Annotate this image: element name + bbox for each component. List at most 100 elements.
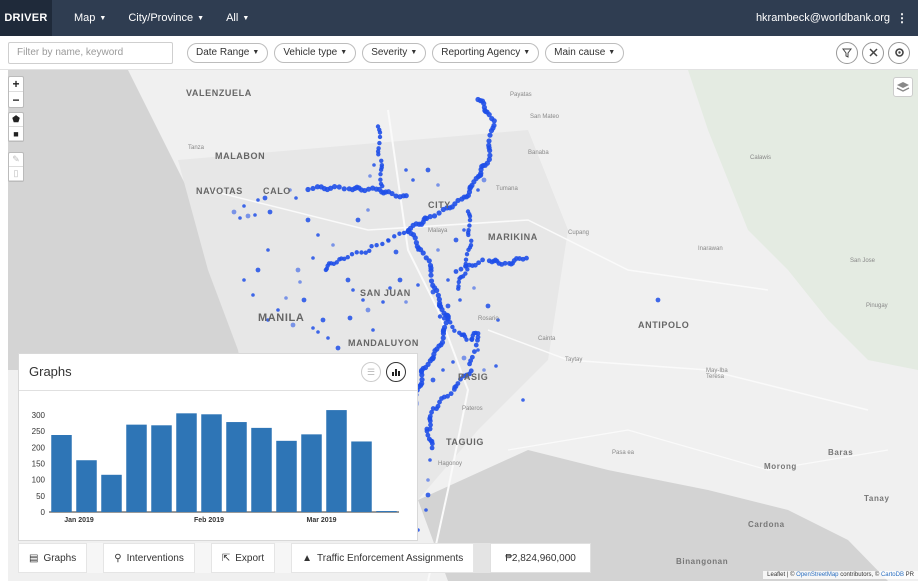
crash-point[interactable] bbox=[441, 368, 445, 372]
crash-point[interactable] bbox=[345, 277, 351, 283]
crash-point[interactable] bbox=[429, 445, 435, 451]
crash-point[interactable] bbox=[326, 336, 330, 340]
filter-main-cause[interactable]: Main cause ▼ bbox=[545, 42, 625, 63]
crash-point[interactable] bbox=[242, 278, 246, 282]
crash-point[interactable] bbox=[242, 204, 246, 208]
crash-point[interactable] bbox=[436, 183, 440, 187]
crash-point[interactable] bbox=[425, 492, 431, 498]
crash-point[interactable] bbox=[461, 355, 467, 361]
edit-layer-button[interactable]: ✎ bbox=[9, 153, 23, 167]
chart-bar[interactable] bbox=[351, 441, 372, 512]
crash-point[interactable] bbox=[363, 250, 368, 255]
table-view-button[interactable]: ☰ bbox=[361, 362, 381, 382]
crash-point[interactable] bbox=[341, 186, 347, 192]
cartodb-link[interactable]: CartoDB bbox=[881, 572, 904, 578]
crash-point[interactable] bbox=[451, 386, 457, 392]
crash-point[interactable] bbox=[494, 364, 498, 368]
layers-button[interactable] bbox=[893, 77, 913, 97]
draw-polygon-button[interactable]: ⬟ bbox=[9, 113, 23, 127]
chart-bar[interactable] bbox=[251, 427, 272, 512]
crash-point[interactable] bbox=[251, 293, 255, 297]
crash-point[interactable] bbox=[411, 178, 415, 182]
crash-point[interactable] bbox=[436, 248, 440, 252]
crash-point[interactable] bbox=[310, 185, 316, 192]
crash-point[interactable] bbox=[355, 217, 361, 223]
filter-vehicle-type[interactable]: Vehicle type ▼ bbox=[274, 42, 357, 63]
crash-point[interactable] bbox=[294, 196, 298, 200]
graphs-tab[interactable]: ▤ Graphs bbox=[18, 543, 88, 573]
crash-point[interactable] bbox=[331, 243, 335, 247]
filter-severity[interactable]: Severity ▼ bbox=[362, 42, 427, 63]
crash-point[interactable] bbox=[354, 250, 359, 255]
crash-point[interactable] bbox=[349, 251, 355, 257]
crash-point[interactable] bbox=[377, 130, 383, 135]
crash-point[interactable] bbox=[481, 177, 487, 183]
crash-point[interactable] bbox=[488, 127, 495, 134]
crash-point[interactable] bbox=[450, 324, 455, 330]
crash-point[interactable] bbox=[380, 183, 385, 189]
chart-bar[interactable] bbox=[151, 425, 172, 512]
crash-point[interactable] bbox=[476, 188, 480, 192]
crash-point[interactable] bbox=[458, 298, 462, 302]
chart-view-button[interactable] bbox=[386, 362, 406, 382]
chart-bar[interactable] bbox=[226, 422, 247, 512]
crash-point[interactable] bbox=[466, 232, 471, 238]
crash-point[interactable] bbox=[359, 250, 364, 255]
crash-point[interactable] bbox=[524, 255, 529, 261]
search-input[interactable] bbox=[8, 41, 173, 64]
chart-bar[interactable] bbox=[101, 474, 122, 512]
crash-point[interactable] bbox=[473, 342, 479, 348]
crash-point[interactable] bbox=[316, 233, 320, 237]
crash-point[interactable] bbox=[256, 198, 260, 202]
crash-point[interactable] bbox=[458, 266, 464, 272]
crash-point[interactable] bbox=[428, 458, 432, 462]
crash-point[interactable] bbox=[456, 279, 461, 285]
nav-map-dropdown[interactable]: Map ▼ bbox=[74, 12, 106, 24]
crash-point[interactable] bbox=[431, 213, 438, 219]
crash-point[interactable] bbox=[475, 337, 480, 343]
chart-bar[interactable] bbox=[301, 434, 322, 512]
crash-point[interactable] bbox=[386, 238, 390, 242]
crash-point[interactable] bbox=[295, 267, 301, 273]
crash-point[interactable] bbox=[376, 152, 381, 157]
crash-point[interactable] bbox=[453, 269, 459, 274]
crash-point[interactable] bbox=[426, 258, 432, 264]
crash-point[interactable] bbox=[311, 256, 315, 260]
crash-point[interactable] bbox=[331, 184, 338, 190]
crash-point[interactable] bbox=[521, 398, 525, 402]
settings-button[interactable] bbox=[888, 41, 910, 64]
crash-point[interactable] bbox=[245, 213, 251, 219]
crash-point[interactable] bbox=[365, 307, 371, 313]
nav-all-dropdown[interactable]: All ▼ bbox=[226, 12, 249, 24]
crash-point[interactable] bbox=[462, 228, 466, 232]
chart-bar[interactable] bbox=[51, 435, 72, 512]
crash-point[interactable] bbox=[316, 330, 320, 334]
crash-point[interactable] bbox=[440, 335, 446, 341]
filter-funnel-button[interactable] bbox=[836, 41, 858, 64]
crash-point[interactable] bbox=[430, 377, 436, 383]
crash-point[interactable] bbox=[429, 441, 435, 447]
crash-point[interactable] bbox=[305, 217, 311, 223]
clear-filters-button[interactable] bbox=[862, 41, 884, 64]
crash-point[interactable] bbox=[426, 478, 430, 482]
crash-point[interactable] bbox=[380, 241, 385, 247]
crash-point[interactable] bbox=[377, 134, 383, 140]
chart-bar[interactable] bbox=[201, 414, 222, 512]
chart-bar[interactable] bbox=[76, 460, 97, 512]
crash-point[interactable] bbox=[381, 300, 385, 304]
crash-point[interactable] bbox=[428, 272, 434, 278]
crash-point[interactable] bbox=[429, 409, 434, 415]
crash-point[interactable] bbox=[419, 372, 425, 378]
crash-point[interactable] bbox=[491, 118, 497, 124]
crash-point[interactable] bbox=[485, 303, 491, 309]
crash-point[interactable] bbox=[453, 237, 459, 243]
crash-point[interactable] bbox=[378, 167, 384, 173]
draw-rectangle-button[interactable]: ■ bbox=[9, 127, 23, 141]
crash-point[interactable] bbox=[437, 314, 443, 319]
crash-point[interactable] bbox=[487, 132, 493, 138]
crash-point[interactable] bbox=[467, 214, 473, 219]
crash-point[interactable] bbox=[424, 428, 430, 434]
crash-point[interactable] bbox=[323, 267, 329, 273]
traffic-enforcement-tab[interactable]: ▲ Traffic Enforcement Assignments bbox=[291, 543, 475, 573]
crash-point[interactable] bbox=[437, 399, 442, 405]
